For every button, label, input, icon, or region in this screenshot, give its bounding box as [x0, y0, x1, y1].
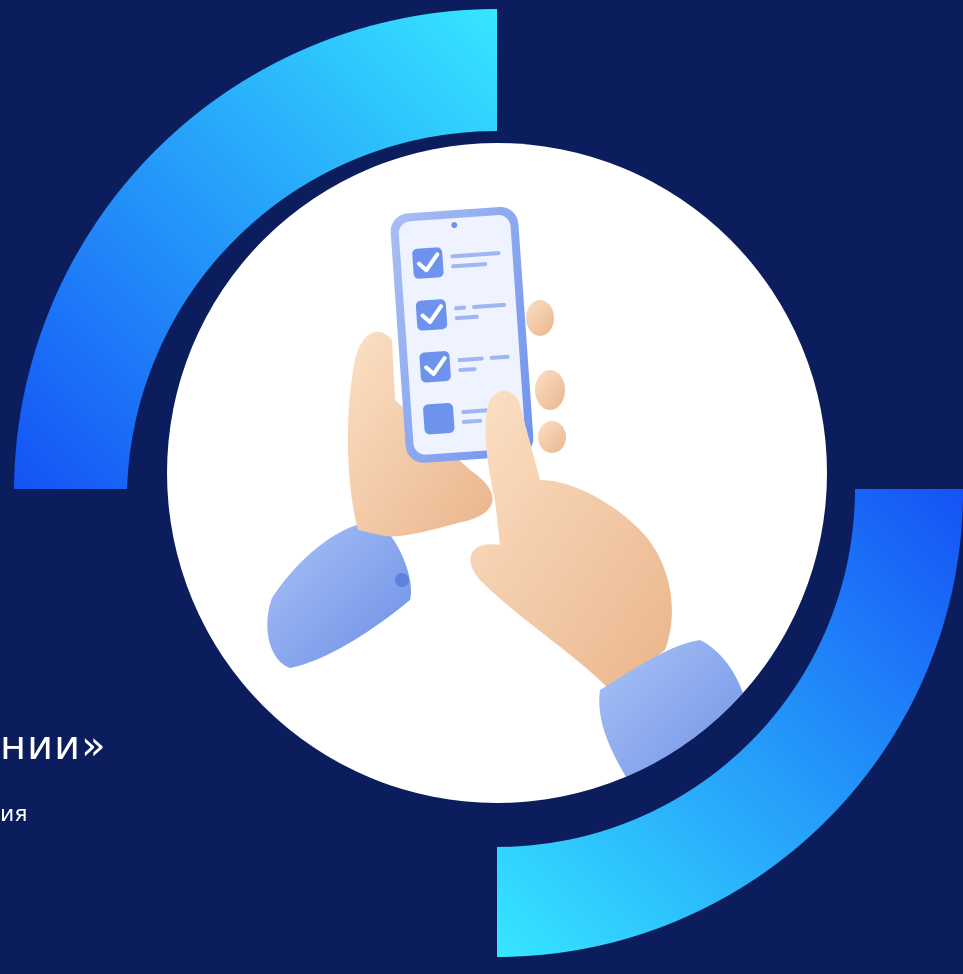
- slide-title-fragment: нии»: [0, 723, 107, 769]
- slide: нии» ия: [0, 0, 963, 969]
- left-finger-2: [535, 370, 565, 410]
- left-finger-1: [526, 300, 554, 336]
- checkbox-checked: [419, 351, 451, 383]
- checkbox-checked: [412, 247, 444, 279]
- checkbox-checked: [415, 299, 448, 331]
- cufflink-icon: [395, 573, 409, 587]
- slide-subtitle-fragment: ия: [0, 802, 28, 827]
- left-finger-3: [538, 421, 566, 453]
- checkbox-unchecked: [423, 403, 455, 435]
- slide-graphics: [14, 9, 963, 957]
